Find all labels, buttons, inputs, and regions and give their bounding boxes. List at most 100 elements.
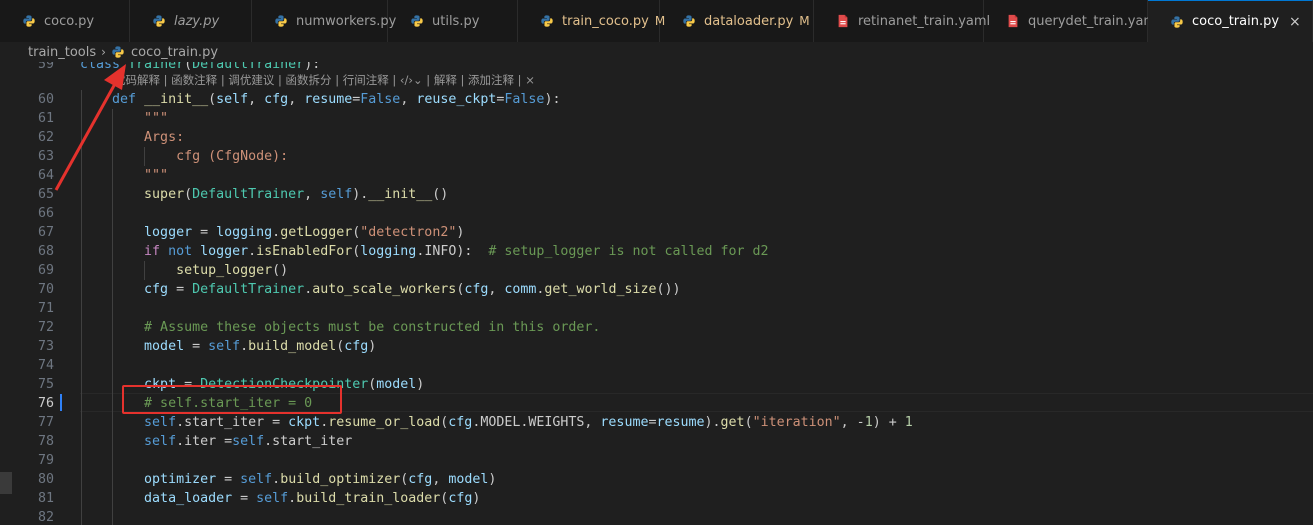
code-text: def __init__(self, cfg, resume=False, re… bbox=[112, 92, 561, 107]
line-number: 67 bbox=[37, 225, 54, 240]
tab-dataloader-py[interactable]: dataloader.py M bbox=[660, 0, 814, 42]
breadcrumb-separator: › bbox=[101, 45, 106, 59]
line-number: 80 bbox=[37, 472, 54, 487]
tab-label: retinanet_train.yaml bbox=[858, 13, 991, 29]
code-line[interactable]: 78 self.iter =self.start_iter bbox=[0, 432, 1313, 451]
line-number: 72 bbox=[37, 320, 54, 335]
tab-label: querydet_train.yaml bbox=[1028, 13, 1160, 29]
code-line[interactable]: 77 self.start_iter = ckpt.resume_or_load… bbox=[0, 413, 1313, 432]
line-number: 70 bbox=[37, 282, 54, 297]
code-text: setup_logger() bbox=[176, 263, 289, 278]
python-icon bbox=[683, 15, 695, 27]
code-text: model = self.build_model(cfg) bbox=[144, 339, 377, 354]
breadcrumb: train_tools › coco_train.py bbox=[0, 42, 1313, 62]
tab-querydet-train-yaml[interactable]: querydet_train.yaml bbox=[984, 0, 1160, 42]
code-line[interactable]: 69 setup_logger() bbox=[0, 261, 1313, 280]
line-number: 66 bbox=[37, 206, 54, 221]
tab-train-coco-py[interactable]: train_coco.py M bbox=[518, 0, 665, 42]
tab-label: dataloader.py bbox=[704, 13, 794, 29]
code-line[interactable]: 73 model = self.build_model(cfg) bbox=[0, 337, 1313, 356]
code-text: optimizer = self.build_optimizer(cfg, mo… bbox=[144, 472, 497, 487]
tab-label: utils.py bbox=[432, 13, 480, 29]
code-text: """ bbox=[144, 168, 169, 183]
annotation-highlight-box bbox=[122, 385, 342, 414]
tab-bar: coco.py lazy.py numworkers.py utils.py train… bbox=[0, 0, 1313, 43]
line-number: 61 bbox=[37, 111, 54, 126]
code-line[interactable]: 67 logger = logging.getLogger("detectron… bbox=[0, 223, 1313, 242]
tab-label: coco.py bbox=[44, 13, 95, 29]
line-number: 63 bbox=[37, 149, 54, 164]
code-line[interactable]: 72 # Assume these objects must be constr… bbox=[0, 318, 1313, 337]
python-icon bbox=[153, 15, 165, 27]
line-number: 79 bbox=[37, 453, 54, 468]
line-number: 68 bbox=[37, 244, 54, 259]
breadcrumb-folder[interactable]: train_tools bbox=[28, 45, 96, 60]
tab-label: lazy.py bbox=[174, 13, 220, 29]
code-text: class Trainer(DefaultTrainer): bbox=[80, 62, 321, 72]
code-line[interactable]: 61 """ bbox=[0, 109, 1313, 128]
code-line[interactable]: 66 bbox=[0, 204, 1313, 223]
code-line[interactable]: 71 bbox=[0, 299, 1313, 318]
line-number: 76 bbox=[37, 396, 54, 411]
modified-badge: M bbox=[799, 14, 810, 28]
tab-lazy-py[interactable]: lazy.py bbox=[130, 0, 252, 42]
line-number: 74 bbox=[37, 358, 54, 373]
line-number: 62 bbox=[37, 130, 54, 145]
line-number: 64 bbox=[37, 168, 54, 183]
code-text: self.start_iter = ckpt.resume_or_load(cf… bbox=[144, 415, 913, 430]
close-icon[interactable]: × bbox=[1289, 14, 1301, 30]
python-icon bbox=[411, 15, 423, 27]
tab-numworkers-py[interactable]: numworkers.py bbox=[252, 0, 396, 42]
yaml-icon bbox=[1008, 14, 1018, 28]
code-line[interactable]: 60 def __init__(self, cfg, resume=False,… bbox=[0, 90, 1313, 109]
breadcrumb-file[interactable]: coco_train.py bbox=[131, 45, 218, 60]
code-text: # Assume these objects must be construct… bbox=[144, 320, 601, 335]
line-number: 69 bbox=[37, 263, 54, 278]
code-text: if not logger.isEnabledFor(logging.INFO)… bbox=[144, 244, 769, 259]
python-icon bbox=[1171, 15, 1183, 28]
code-line[interactable]: 82 bbox=[0, 508, 1313, 525]
code-line[interactable]: 74 bbox=[0, 356, 1313, 375]
code-line[interactable]: 64 """ bbox=[0, 166, 1313, 185]
code-line[interactable]: 62 Args: bbox=[0, 128, 1313, 147]
python-icon bbox=[112, 46, 124, 58]
tab-coco-py[interactable]: coco.py bbox=[0, 0, 130, 42]
code-text: logger = logging.getLogger("detectron2") bbox=[144, 225, 465, 240]
python-icon bbox=[23, 15, 35, 27]
code-line[interactable]: 70 cfg = DefaultTrainer.auto_scale_worke… bbox=[0, 280, 1313, 299]
code-line[interactable]: 63 cfg (CfgNode): bbox=[0, 147, 1313, 166]
code-text: cfg = DefaultTrainer.auto_scale_workers(… bbox=[144, 282, 681, 297]
tab-utils-py[interactable]: utils.py bbox=[388, 0, 518, 42]
python-icon bbox=[275, 15, 287, 27]
code-line[interactable]: 80 optimizer = self.build_optimizer(cfg,… bbox=[0, 470, 1313, 489]
code-text: Args: bbox=[144, 130, 185, 145]
yaml-icon bbox=[838, 14, 848, 28]
code-text: """ bbox=[144, 111, 169, 126]
code-line[interactable]: 59 class Trainer(DefaultTrainer): bbox=[0, 62, 1313, 74]
line-number: 82 bbox=[37, 510, 54, 525]
tab-retinanet-train-yaml[interactable]: retinanet_train.yaml bbox=[814, 0, 990, 42]
tab-label: numworkers.py bbox=[296, 13, 397, 29]
code-line[interactable]: 81 data_loader = self.build_train_loader… bbox=[0, 489, 1313, 508]
code-line[interactable]: 68 if not logger.isEnabledFor(logging.IN… bbox=[0, 242, 1313, 261]
line-number: 60 bbox=[37, 92, 54, 107]
code-text: self.iter =self.start_iter bbox=[144, 434, 353, 449]
line-number: 73 bbox=[37, 339, 54, 354]
code-text: super(DefaultTrainer, self).__init__() bbox=[144, 187, 449, 202]
python-icon bbox=[541, 15, 553, 27]
line-number: 81 bbox=[37, 491, 54, 506]
line-number: 59 bbox=[37, 62, 54, 72]
tab-coco-train-py[interactable]: coco_train.py × bbox=[1148, 0, 1313, 42]
tab-label: train_coco.py bbox=[562, 13, 649, 29]
code-text: cfg (CfgNode): bbox=[176, 149, 289, 164]
code-line[interactable]: 79 bbox=[0, 451, 1313, 470]
line-number: 78 bbox=[37, 434, 54, 449]
code-line[interactable]: 65 super(DefaultTrainer, self).__init__(… bbox=[0, 185, 1313, 204]
line-number: 71 bbox=[37, 301, 54, 316]
code-text: data_loader = self.build_train_loader(cf… bbox=[144, 491, 481, 506]
line-number: 65 bbox=[37, 187, 54, 202]
line-number: 77 bbox=[37, 415, 54, 430]
code-editor[interactable]: 代码解释 | 函数注释 | 调优建议 | 函数拆分 | 行间注释 | ‹/›⌄ … bbox=[0, 62, 1313, 525]
tab-label: coco_train.py bbox=[1192, 14, 1280, 29]
line-number: 75 bbox=[37, 377, 54, 392]
